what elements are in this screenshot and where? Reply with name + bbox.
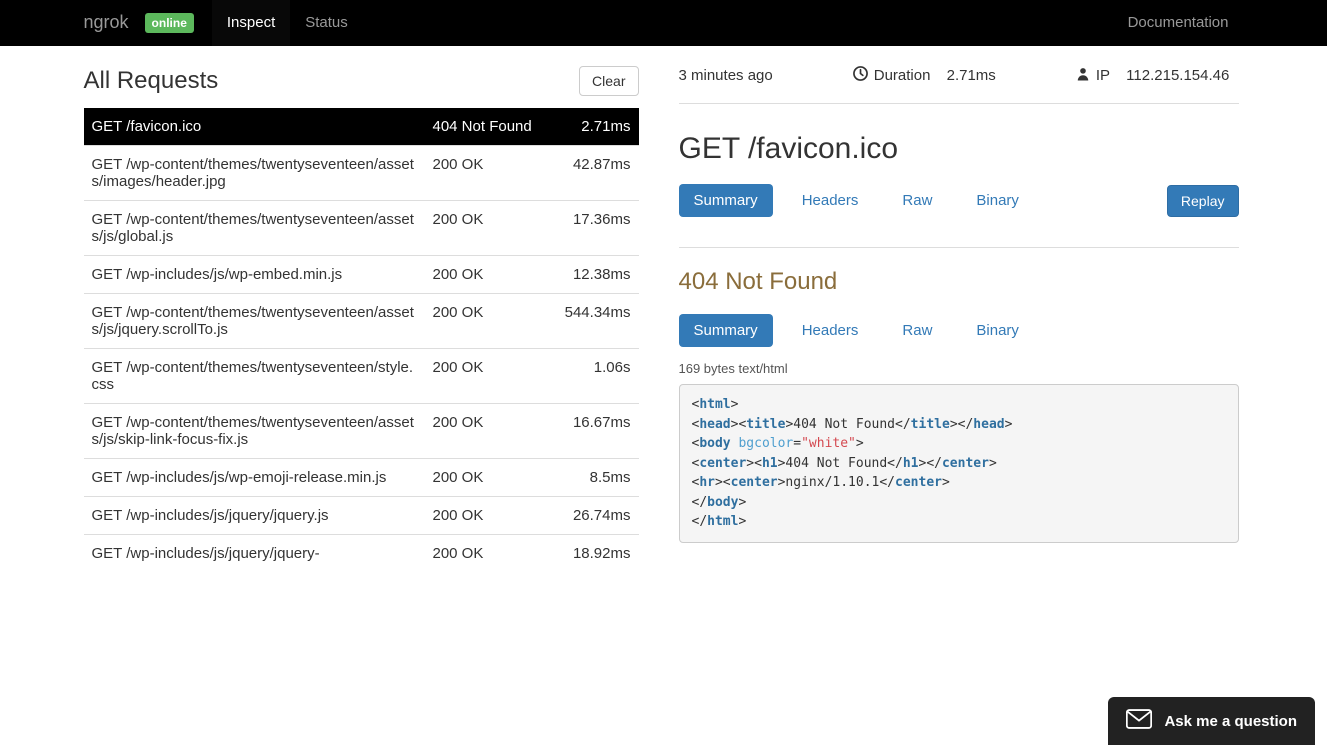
request-row[interactable]: GET /favicon.ico404 Not Found2.71ms [84, 108, 639, 146]
request-tabs: Summary Headers Raw Binary [679, 184, 1048, 217]
response-tab-summary[interactable]: Summary [679, 314, 773, 347]
clock-icon [853, 66, 868, 85]
request-tab-binary[interactable]: Binary [961, 184, 1034, 217]
request-row[interactable]: GET /wp-content/themes/twentyseventeen/s… [84, 349, 639, 404]
request-tab-headers[interactable]: Headers [787, 184, 874, 217]
status-badge: online [145, 13, 194, 33]
request-row[interactable]: GET /wp-includes/js/wp-emoji-release.min… [84, 459, 639, 497]
request-row[interactable]: GET /wp-includes/js/wp-embed.min.js200 O… [84, 256, 639, 294]
all-requests-heading: All Requests [84, 67, 219, 95]
request-row[interactable]: GET /wp-content/themes/twentyseventeen/a… [84, 294, 639, 349]
request-meta-row: 3 minutes ago Duration 2.71ms IP 112.215… [679, 66, 1239, 104]
response-tabs: Summary Headers Raw Binary [679, 314, 1048, 347]
duration-meta: Duration 2.71ms [853, 66, 996, 85]
requests-table: GET /favicon.ico404 Not Found2.71msGET /… [84, 108, 639, 572]
mail-icon [1126, 709, 1152, 733]
top-navbar: ngrok online InspectStatus Documentation [0, 0, 1327, 46]
request-row[interactable]: GET /wp-content/themes/twentyseventeen/a… [84, 404, 639, 459]
replay-button[interactable]: Replay [1167, 185, 1239, 217]
response-tab-binary[interactable]: Binary [961, 314, 1034, 347]
response-tab-raw[interactable]: Raw [887, 314, 947, 347]
nav-item-inspect[interactable]: Inspect [212, 0, 290, 46]
response-status-heading: 404 Not Found [679, 268, 1239, 296]
request-title: GET /favicon.ico [679, 132, 1239, 166]
request-tab-summary[interactable]: Summary [679, 184, 773, 217]
request-tab-raw[interactable]: Raw [887, 184, 947, 217]
documentation-link[interactable]: Documentation [1113, 0, 1244, 46]
nav-item-status[interactable]: Status [290, 0, 363, 46]
user-icon [1076, 66, 1090, 85]
request-row[interactable]: GET /wp-includes/js/jquery/jquery-200 OK… [84, 535, 639, 573]
request-row[interactable]: GET /wp-includes/js/jquery/jquery.js200 … [84, 497, 639, 535]
ask-question-widget[interactable]: Ask me a question [1108, 697, 1315, 745]
brand-logo: ngrok [84, 0, 145, 46]
time-ago: 3 minutes ago [679, 66, 773, 85]
request-row[interactable]: GET /wp-content/themes/twentyseventeen/a… [84, 146, 639, 201]
response-body: <html> <head><title>404 Not Found</title… [679, 384, 1239, 543]
ip-meta: IP 112.215.154.46 [1076, 66, 1230, 85]
request-row[interactable]: GET /wp-content/themes/twentyseventeen/a… [84, 201, 639, 256]
response-size-info: 169 bytes text/html [679, 361, 1239, 376]
clear-button[interactable]: Clear [579, 66, 638, 96]
response-tab-headers[interactable]: Headers [787, 314, 874, 347]
